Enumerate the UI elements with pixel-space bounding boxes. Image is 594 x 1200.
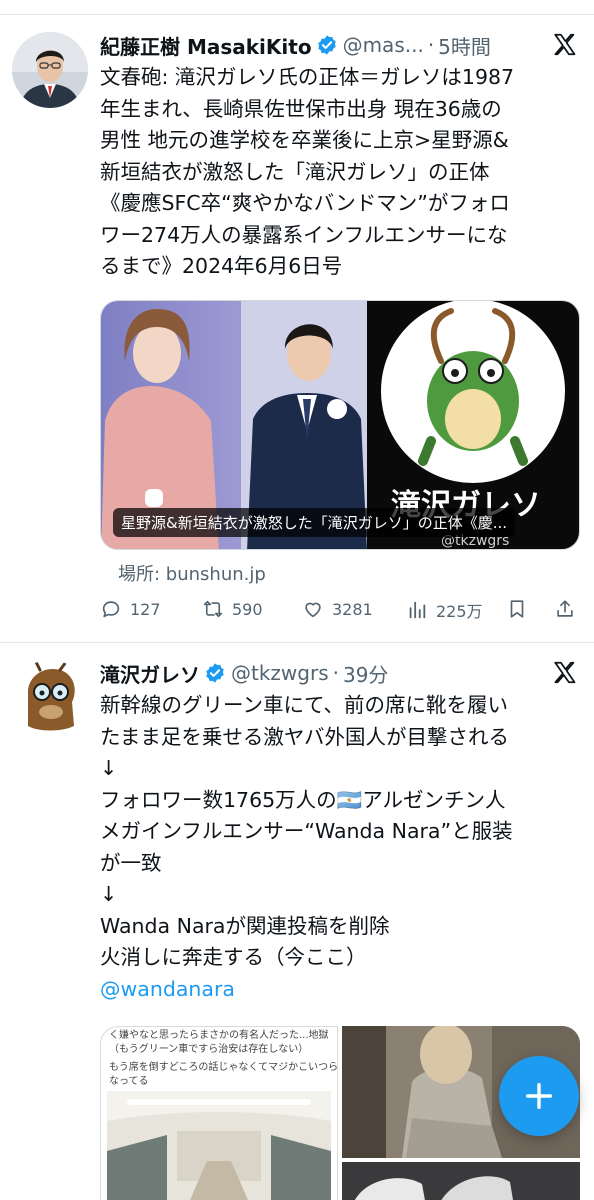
tweet-text-line: るまで》2024年6月6日号 — [100, 254, 343, 278]
plus-icon — [525, 1082, 553, 1110]
timestamp[interactable]: 5時間 — [438, 31, 491, 60]
link-card-source[interactable]: 場所: bunshun.jp — [118, 560, 266, 586]
repost-count: 590 — [232, 599, 263, 619]
view-count: 225万 — [436, 602, 483, 621]
views-chart-icon — [409, 601, 426, 619]
train-interior-photo — [107, 1091, 331, 1200]
reply-icon — [102, 601, 120, 618]
tweet-text-line: 《慶應SFC卒“爽やかなバンドマン”がフォロ — [100, 191, 510, 215]
screenshot-text-line: もう席を倒すどころの話じゃなくてマジかこいつら...って — [109, 1062, 338, 1073]
tweet-text-line: たまま足を乗せる激ヤバ外国人が目撃される — [100, 724, 509, 749]
views-button[interactable]: 225万 — [406, 598, 483, 622]
screenshot-text-line: なってる — [109, 1076, 149, 1087]
tweet-text-line: 年生まれ、長崎県佐世保市出身 現在36歳の — [100, 96, 502, 121]
share-icon — [557, 600, 573, 617]
display-name[interactable]: 紀藤正樹 MasakiKito — [100, 31, 312, 60]
top-divider — [0, 14, 594, 15]
screenshot-text-line: く嫌やなと思ったらまさかの有名人だった...地獄 — [109, 1030, 329, 1041]
tweet-text-line: 新垣結衣が激怒した「滝沢ガレソ」の正体 — [100, 159, 490, 184]
tweet-header: 紀藤正樹 MasakiKito @mas... · 5時間 — [100, 28, 578, 62]
link-card-image[interactable]: 滝沢ガレソ @tkzwgrs 星野源&新垣結衣が激怒した「滝沢ガレソ」の正体《慶… — [100, 300, 580, 550]
verified-badge-icon — [206, 663, 224, 683]
x-logo-icon — [554, 33, 576, 56]
tweet-text-line: 新幹線のグリーン車にて、前の席に靴を履い — [100, 693, 508, 717]
tweet-text-line: ↓ — [100, 882, 118, 906]
bookmark-button[interactable] — [506, 598, 536, 620]
tweet-text: 文春砲: 滝沢ガレソ氏の正体＝ガレソは1987 年生まれ、長崎県佐世保市出身 現… — [100, 62, 576, 283]
like-count: 3281 — [332, 599, 373, 619]
tweet-text-line: Wanda Naraが関連投稿を削除 — [100, 913, 390, 938]
tweet-text-line: 火消しに奔走する（今ここ） — [100, 945, 367, 969]
tweet-text: 新幹線のグリーン車にて、前の席に靴を履い たまま足を乗せる激ヤバ外国人が目撃され… — [100, 690, 576, 1005]
display-name[interactable]: 滝沢ガレソ — [100, 659, 200, 688]
avatar[interactable] — [12, 32, 88, 108]
bookmark-icon — [510, 600, 524, 618]
repost-icon — [203, 600, 223, 618]
reply-button[interactable]: 127 — [100, 598, 161, 620]
compose-post-button[interactable] — [499, 1056, 579, 1136]
media-image-shoes[interactable] — [342, 1162, 580, 1200]
verified-badge-icon — [317, 35, 336, 55]
separator-dot: · — [427, 33, 435, 57]
avatar-photo — [12, 32, 88, 108]
tweet-header: 滝沢ガレソ @tkzwgrs · 39分 — [100, 656, 578, 690]
avatar-mascot — [12, 660, 88, 736]
action-bar: 127 590 3281 225万 — [100, 598, 580, 624]
shoes-photo — [342, 1162, 580, 1200]
tweet-text-line: ↓ — [100, 756, 118, 780]
share-button[interactable] — [554, 598, 584, 620]
tweet-text-line: 文春砲: 滝沢ガレソ氏の正体＝ガレソは1987 — [100, 65, 515, 89]
screenshot-text-line: （もうグリーン車ですら治安は存在しない） — [109, 1044, 309, 1055]
tweet-text-line: メガインフルエンサー“Wanda Nara”と服装 — [100, 819, 513, 843]
media-image-screenshot[interactable]: く嫌やなと思ったらまさかの有名人だった...地獄 （もうグリーン車ですら治安は存… — [100, 1026, 338, 1200]
tweet-divider — [0, 642, 594, 643]
like-button[interactable]: 3281 — [302, 598, 373, 620]
tweet-text-line: フォロワー数1765万人の🇦🇷アルゼンチン人 — [100, 787, 506, 812]
heart-icon — [305, 602, 321, 618]
separator-dot: · — [332, 661, 339, 685]
link-card-title: 星野源&新垣結衣が激怒した「滝沢ガレソ」の正体《慶... — [113, 508, 516, 537]
repost-button[interactable]: 590 — [202, 598, 263, 620]
handle[interactable]: @mas... — [343, 33, 424, 57]
timestamp[interactable]: 39分 — [343, 659, 388, 688]
tweet-text-line: 男性 地元の進学校を卒業後に上京>星野源& — [100, 128, 509, 152]
x-logo-icon — [554, 661, 576, 684]
mention-link[interactable]: @wandanara — [100, 974, 576, 1006]
tweet-text-line: が一致 — [100, 850, 162, 875]
handle[interactable]: @tkzwgrs — [231, 661, 329, 685]
avatar[interactable] — [12, 660, 88, 736]
reply-count: 127 — [130, 599, 161, 619]
tweet-text-line: ワー274万人の暴露系インフルエンサーにな — [100, 222, 508, 247]
